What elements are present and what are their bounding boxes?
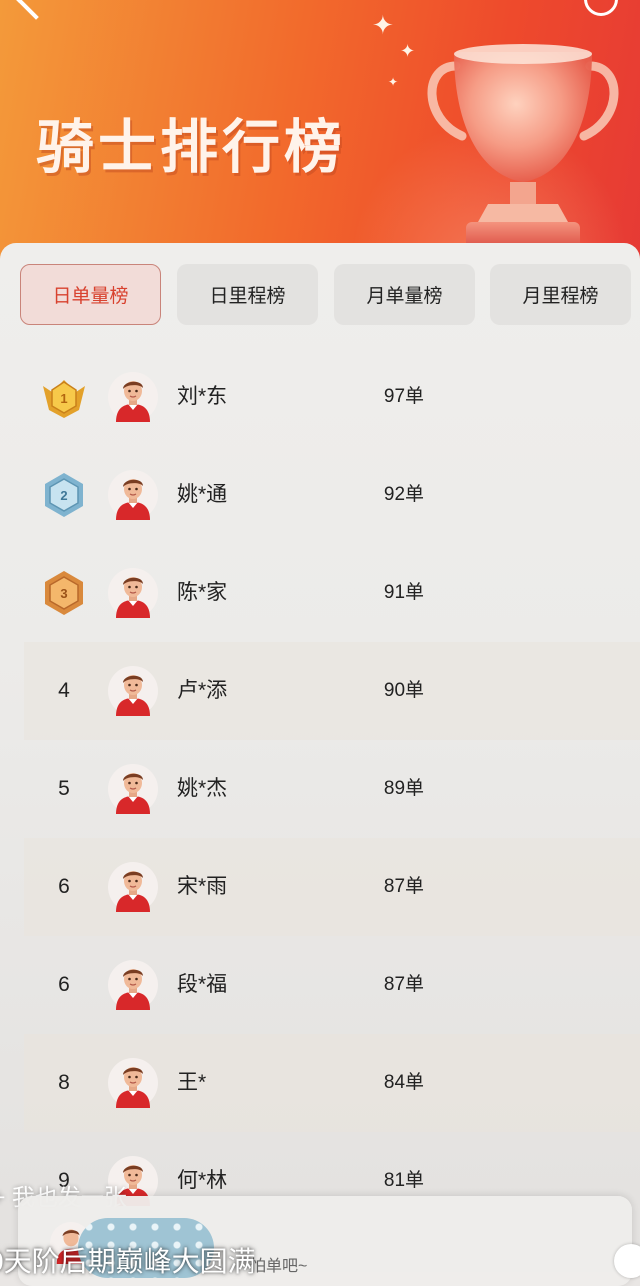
rider-name: 卢*添 xyxy=(177,679,228,702)
rider-name: 宋*雨 xyxy=(177,875,228,898)
sparkle-icon: ✦ xyxy=(372,10,394,40)
rider-name: 王* xyxy=(177,1071,207,1094)
rank-number: 4 xyxy=(58,679,70,702)
order-count: 91单 xyxy=(383,582,425,603)
tab-daily-orders[interactable]: 日单量榜 xyxy=(20,264,161,325)
silver-medal-icon: 2 xyxy=(45,473,83,517)
avatar xyxy=(108,372,158,422)
tab-monthly-orders[interactable]: 月单量榜 xyxy=(334,264,475,325)
rank-number: 5 xyxy=(58,777,70,800)
rank-number: 8 xyxy=(58,1071,70,1094)
avatar xyxy=(108,470,158,520)
order-count: 89单 xyxy=(383,778,425,799)
order-count: 87单 xyxy=(383,974,425,995)
list-item[interactable]: 3 陈*家 91单 xyxy=(24,544,640,642)
rider-name: 姚*杰 xyxy=(177,777,228,800)
medal-rank: 3 xyxy=(60,586,67,601)
tab-monthly-mileage[interactable]: 月里程榜 xyxy=(490,264,631,325)
avatar xyxy=(108,960,158,1010)
rider-name: 姚*通 xyxy=(177,483,228,506)
video-caption: 0天阶后期巅峰大圆满 xyxy=(0,1246,256,1277)
list-item[interactable]: 4 卢*添 90单 xyxy=(24,642,640,740)
list-item[interactable]: 5 姚*杰 89单 xyxy=(24,740,640,838)
sparkle-icon: ✦ xyxy=(388,75,399,89)
list-item[interactable]: 1 刘*东 97单 xyxy=(24,348,640,446)
list-item[interactable]: 2 姚*通 92单 xyxy=(24,446,640,544)
avatar xyxy=(108,1058,158,1108)
rider-name: 陈*家 xyxy=(177,581,228,604)
info-icon[interactable] xyxy=(584,0,618,16)
header-banner: 骑士排行榜 ✦ ✦ ✦ xyxy=(0,0,640,270)
order-count: 84单 xyxy=(383,1072,425,1093)
medal-rank: 2 xyxy=(60,488,67,503)
avatar xyxy=(108,862,158,912)
avatar xyxy=(108,666,158,716)
rider-name: 刘*东 xyxy=(177,385,228,408)
order-count: 87单 xyxy=(383,876,425,897)
list-item[interactable]: 6 宋*雨 87单 xyxy=(24,838,640,936)
card-toggle[interactable] xyxy=(614,1244,640,1278)
trophy-icon xyxy=(427,44,619,252)
tab-bar: 日单量榜 日里程榜 月单量榜 月里程榜 xyxy=(20,264,640,326)
card-hint-text: 怕单吧~ xyxy=(250,1258,308,1275)
bronze-medal-icon: 3 xyxy=(45,571,83,615)
avatar xyxy=(108,764,158,814)
list-item[interactable]: 6 段*福 87单 xyxy=(24,936,640,1034)
tab-daily-mileage[interactable]: 日里程榜 xyxy=(177,264,318,325)
rider-name: 段*福 xyxy=(177,973,228,996)
gold-medal-icon: 1 xyxy=(43,380,85,418)
back-arrow-icon[interactable] xyxy=(16,0,56,20)
sparkle-icon: ✦ xyxy=(400,41,416,61)
rank-number: 6 xyxy=(58,875,70,898)
page-title: 骑士排行榜 xyxy=(36,115,347,180)
order-count: 92单 xyxy=(383,484,425,505)
list-item[interactable]: 8 王* 84单 xyxy=(24,1034,640,1132)
medal-rank: 1 xyxy=(60,391,67,406)
order-count: 97单 xyxy=(383,386,425,407)
order-count: 90单 xyxy=(383,680,425,701)
rank-number: 6 xyxy=(58,973,70,996)
avatar xyxy=(108,568,158,618)
